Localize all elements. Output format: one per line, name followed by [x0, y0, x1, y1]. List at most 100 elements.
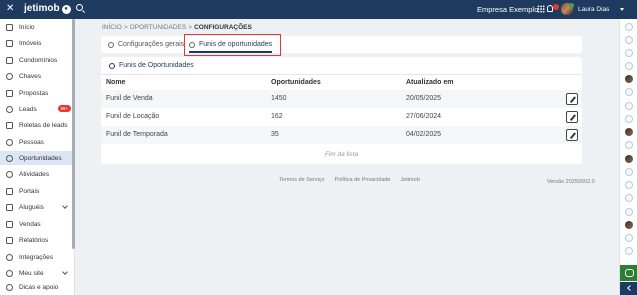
top-bar: ✕ jetimob ● Empresa Exemplo Laura Dias	[0, 0, 637, 19]
table-row[interactable]: Funil de Temporada 35 04/02/2025	[101, 126, 582, 144]
breadcrumb: INÍCIO > OPORTUNIDADES > CONFIGURAÇÕES	[102, 24, 252, 32]
key-icon	[6, 72, 13, 80]
chat-icon[interactable]	[620, 265, 637, 281]
chevron-down-icon[interactable]	[62, 269, 68, 275]
breadcrumb-item-inicio[interactable]: INÍCIO	[102, 24, 122, 31]
edit-button[interactable]	[566, 111, 578, 123]
leads-count-badge: 99+	[58, 105, 71, 112]
sidebar-item-condominios[interactable]: Condomínios	[0, 53, 72, 67]
home-icon	[6, 23, 13, 31]
sidebar-item-label: Início	[19, 23, 35, 31]
sidebar-item-chaves[interactable]: Chaves	[0, 69, 72, 83]
footer-link-terms[interactable]: Termos de Serviço	[279, 177, 325, 183]
sidebar-item-atividades[interactable]: Atividades	[0, 167, 72, 181]
sidebar: Início Imóveis Condomínios Chaves Propos…	[0, 19, 75, 295]
sidebar-item-inicio[interactable]: Início	[0, 20, 72, 34]
contact-avatar[interactable]	[625, 23, 633, 31]
logo-text: jetimob	[24, 3, 60, 14]
sidebar-item-label: Portais	[19, 187, 40, 195]
row-updated: 27/06/2024	[406, 113, 442, 120]
sidebar-item-oportunidades[interactable]: Oportunidades	[0, 151, 72, 165]
sidebar-scrollbar[interactable]	[72, 19, 75, 249]
sidebar-item-label: Relatórios	[19, 236, 49, 244]
sidebar-item-vendas[interactable]: Vendas	[0, 217, 72, 231]
contact-avatar[interactable]	[625, 247, 633, 255]
user-name[interactable]: Laura Dias	[578, 6, 609, 14]
tab-configuracoes-gerais[interactable]: Configurações gerais	[108, 36, 184, 53]
row-name: Funil de Venda	[106, 95, 153, 102]
row-updated: 20/05/2025	[406, 95, 442, 102]
table-row[interactable]: Funil de Locação 162 27/06/2024	[101, 108, 582, 126]
contact-avatar[interactable]	[625, 155, 633, 163]
funnel-icon	[109, 62, 115, 69]
contact-avatar[interactable]	[625, 141, 633, 149]
chevron-down-icon[interactable]	[620, 8, 624, 11]
contact-avatar[interactable]	[625, 36, 633, 44]
sidebar-item-integracoes[interactable]: Integrações	[0, 250, 72, 264]
contact-avatar[interactable]	[625, 181, 633, 189]
sidebar-item-propostas[interactable]: Propostas	[0, 86, 72, 100]
contact-avatar[interactable]	[625, 49, 633, 57]
sidebar-item-label: Integrações	[19, 253, 53, 261]
contact-avatar[interactable]	[625, 208, 633, 216]
footer-link-jetimob[interactable]: Jetimob	[401, 177, 420, 183]
company-name[interactable]: Empresa Exemplo	[477, 5, 538, 14]
sidebar-item-label: Meu site	[19, 269, 44, 277]
contact-avatar[interactable]	[625, 194, 633, 202]
people-icon	[6, 138, 13, 146]
logo[interactable]: jetimob ●	[24, 3, 71, 15]
edit-button[interactable]	[566, 129, 578, 141]
proposal-icon	[6, 89, 13, 97]
contact-avatar[interactable]	[625, 62, 633, 70]
row-count: 162	[271, 113, 283, 120]
contact-avatar[interactable]	[625, 168, 633, 176]
chevron-left-icon[interactable]	[620, 282, 637, 295]
footer-links: Termos de Serviço Política de Privacidade…	[279, 177, 430, 183]
close-icon[interactable]: ✕	[6, 4, 14, 14]
sidebar-item-label: Condomínios	[19, 56, 58, 64]
contact-avatar[interactable]	[625, 234, 633, 242]
sidebar-item-label: Dicas e apoio	[19, 283, 59, 291]
table-row[interactable]: Funil de Venda 1450 20/05/2025	[101, 90, 582, 108]
edit-button[interactable]	[566, 93, 578, 105]
roulette-icon	[6, 121, 13, 129]
sidebar-item-label: Roletas de leads	[19, 121, 68, 129]
sidebar-item-roletas-de-leads[interactable]: Roletas de leads	[0, 118, 72, 132]
contact-avatar[interactable]	[625, 115, 633, 123]
contact-avatar[interactable]	[625, 75, 633, 83]
sidebar-item-relatorios[interactable]: Relatórios	[0, 233, 72, 247]
sidebar-item-leads[interactable]: Leads 99+	[0, 102, 72, 116]
sidebar-item-portais[interactable]: Portais	[0, 184, 72, 198]
megaphone-icon	[6, 187, 13, 195]
avatar-status-badge	[569, 3, 574, 8]
divider	[101, 74, 582, 75]
sidebar-item-pessoas[interactable]: Pessoas	[0, 135, 72, 149]
sidebar-item-label: Chaves	[19, 72, 42, 80]
check-icon	[6, 170, 13, 178]
footer-link-privacy[interactable]: Política de Privacidade	[335, 177, 391, 183]
sidebar-item-dicas-e-apoio[interactable]: Dicas e apoio	[0, 280, 72, 294]
sidebar-item-alugueis[interactable]: Aluguéis	[0, 200, 72, 214]
card-title-text: Funis de Oportunidades	[119, 62, 194, 69]
search-icon[interactable]	[76, 4, 83, 11]
column-header-atualizado-em: Atualizado em	[406, 79, 454, 86]
sidebar-item-label: Imóveis	[19, 39, 42, 47]
contact-avatar[interactable]	[625, 221, 633, 229]
contact-avatar[interactable]	[625, 102, 633, 110]
sidebar-item-imoveis[interactable]: Imóveis	[0, 36, 72, 50]
contact-avatar[interactable]	[625, 128, 633, 136]
breadcrumb-separator: >	[123, 24, 128, 31]
breadcrumb-item-configuracoes: CONFIGURAÇÕES	[194, 24, 252, 31]
contact-avatar[interactable]	[625, 88, 633, 96]
rent-icon	[6, 203, 13, 211]
column-header-oportunidades: Oportunidades	[271, 79, 321, 86]
gear-icon	[108, 41, 114, 48]
condo-icon	[6, 56, 13, 64]
integration-icon	[6, 253, 13, 261]
leads-icon	[6, 105, 13, 113]
apps-grid-icon[interactable]	[537, 5, 545, 13]
sidebar-item-meu-site[interactable]: Meu site	[0, 266, 72, 280]
chevron-down-icon[interactable]	[62, 203, 68, 209]
breadcrumb-item-oportunidades[interactable]: OPORTUNIDADES	[130, 24, 187, 31]
breadcrumb-separator: >	[188, 24, 193, 31]
